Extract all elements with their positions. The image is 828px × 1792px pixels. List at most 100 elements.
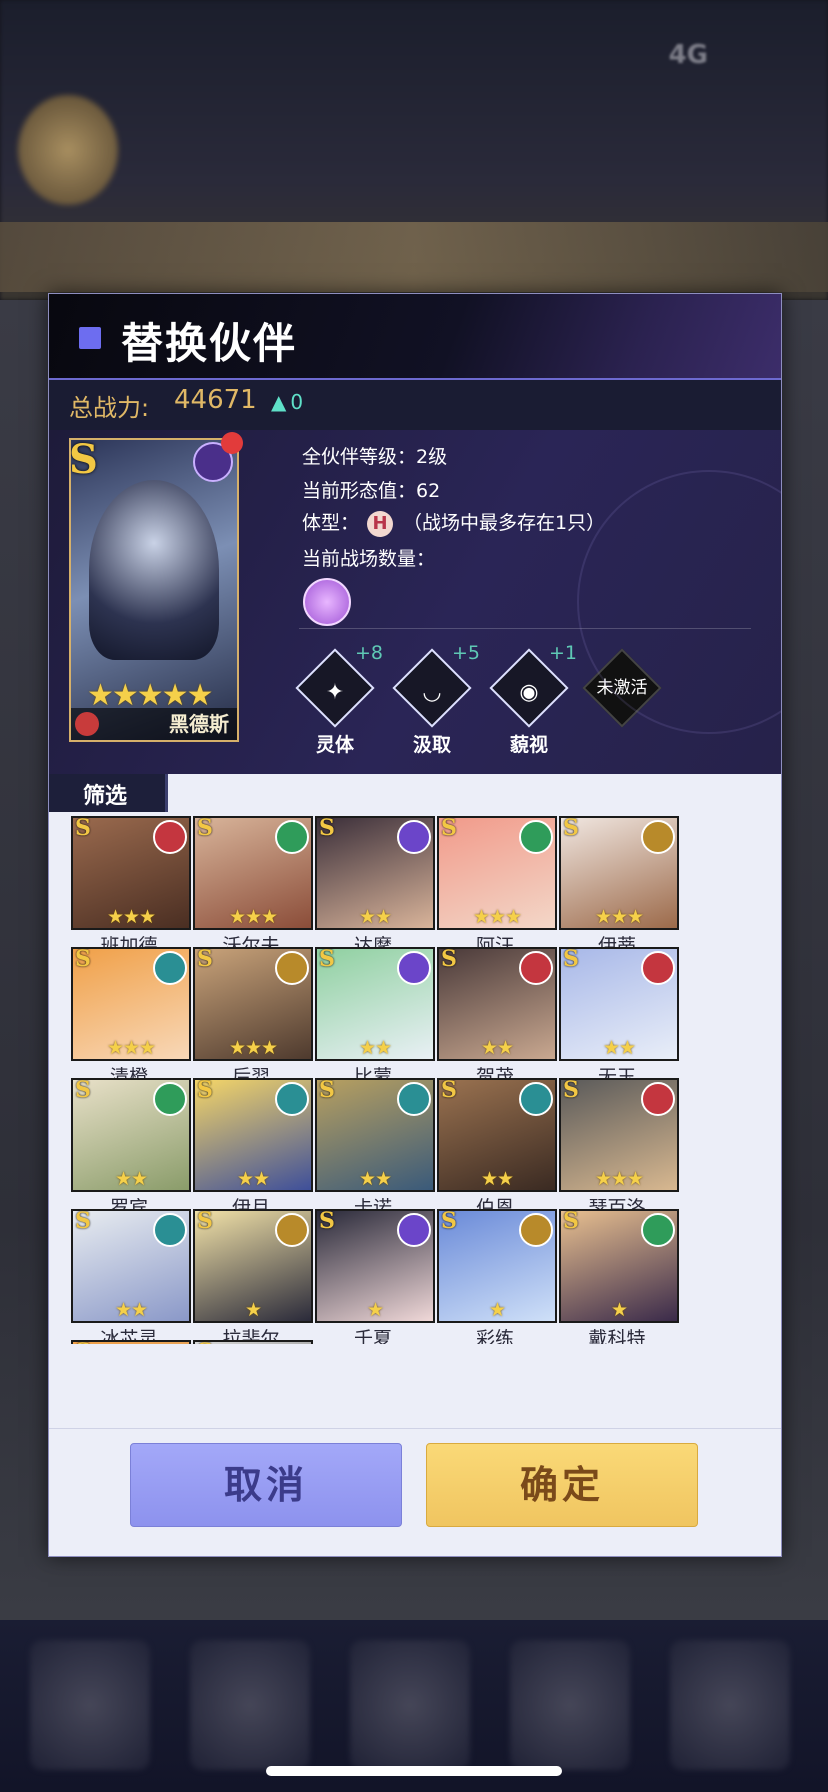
faction-icon — [397, 1082, 431, 1116]
hero-cell[interactable]: S ★ 彩练 — [437, 1209, 559, 1344]
weapon-class-icon — [75, 712, 99, 736]
hero-stars: ★★ — [114, 1168, 148, 1190]
hero-rank: S — [75, 1078, 91, 1103]
hero-cell[interactable]: S ★★ 比蒙 — [315, 947, 437, 1089]
faction-icon — [519, 1213, 553, 1247]
hero-portrait: S ★★ — [315, 1078, 435, 1192]
hero-cell[interactable]: S ★★ 罗宾 — [71, 1078, 193, 1220]
hero-portrait — [89, 480, 219, 660]
skill-inactive[interactable]: 未激活 — [582, 648, 662, 728]
faction-icon — [641, 820, 675, 854]
background-tab — [510, 1640, 630, 1770]
hero-portrait: S ★ — [315, 1209, 435, 1323]
background-tab — [350, 1640, 470, 1770]
hero-cell[interactable]: S ★ 戴科特 — [559, 1209, 681, 1344]
hero-rank: S — [563, 1209, 579, 1234]
hero-stars: ★★★ — [106, 906, 156, 928]
confirm-button[interactable]: 确定 — [426, 1443, 698, 1527]
faction-icon — [397, 951, 431, 985]
hero-stars: ★ — [244, 1299, 262, 1321]
hero-portrait: S ★★★ — [71, 816, 191, 930]
hero-stars: ★★★ — [594, 906, 644, 928]
background-tab — [30, 1640, 150, 1770]
hero-cell[interactable]: S ★★ 卡诺 — [315, 1078, 437, 1220]
hero-rank: S — [75, 1209, 91, 1234]
body-type-row: 体型： H （战场中最多存在1只） — [302, 508, 605, 537]
hero-cell[interactable]: S ★★ 贺茂 — [437, 947, 559, 1089]
skill-miaoshi[interactable]: +1 ◉ 藐视 — [489, 642, 577, 757]
hero-stars: ★★ — [358, 906, 392, 928]
form-value: 当前形态值：62 — [302, 480, 441, 502]
faction-icon — [153, 951, 187, 985]
filter-tab[interactable]: 筛选 — [49, 774, 168, 812]
hero-rank: S — [563, 1078, 579, 1103]
partner-level: 全伙伴等级：2级 — [302, 446, 448, 468]
hero-portrait: S ★ — [193, 1209, 313, 1323]
hero-stars: ★★★ — [472, 906, 522, 928]
hero-portrait: S ★ — [559, 1209, 679, 1323]
faction-icon — [397, 820, 431, 854]
hero-stars: ★★ — [236, 1168, 270, 1190]
hero-cell[interactable]: S ★ 拉斐尔 — [193, 1209, 315, 1344]
faction-icon — [519, 820, 553, 854]
hero-name: 彩练 — [475, 1328, 514, 1344]
hero-cell[interactable]: S — [71, 1340, 193, 1344]
hero-stars: ★★★ — [106, 1037, 156, 1059]
hero-rank: S — [441, 1209, 457, 1234]
body-type-badge: H — [367, 510, 394, 537]
mask-icon: ◉ — [519, 680, 539, 705]
hero-rank: S — [75, 816, 91, 841]
hero-rank: S — [197, 1078, 213, 1103]
hero-portrait: S ★★ — [315, 816, 435, 930]
hero-portrait: S ★★ — [71, 1078, 191, 1192]
hero-portrait: S ★★ — [193, 1078, 313, 1192]
hero-cell[interactable]: S ★★★ 清橙 — [71, 947, 193, 1089]
cancel-button[interactable]: 取消 — [130, 1443, 402, 1527]
faction-icon — [519, 1082, 553, 1116]
button-row: 取消 确定 — [49, 1428, 781, 1556]
hero-cell[interactable]: S ★★ 伯恩 — [437, 1078, 559, 1220]
faction-icon — [275, 1213, 309, 1247]
hero-grid: S ★★★ 班加德 S ★★★ 沃尔夫 S ★★ 达摩 S ★★★ 阿汪 S ★★★ 伊蒂 S ★★★ 清橙 S ★★… — [71, 816, 771, 1344]
divider — [299, 628, 751, 629]
hero-stars: ★ — [488, 1299, 506, 1321]
hero-rank: S — [441, 816, 457, 841]
hero-cell[interactable]: S ★★★ 瑟百洛 — [559, 1078, 681, 1220]
skill-jiqu[interactable]: +5 ◡ 汲取 — [392, 642, 480, 757]
hero-cell[interactable]: S ★★★ 伊蒂 — [559, 816, 681, 958]
hero-rank: S — [319, 1209, 335, 1234]
up-arrow-icon: ▲ — [271, 390, 287, 414]
battle-count-label: 当前战场数量： — [302, 548, 436, 570]
hero-cell[interactable]: S ★★★ 沃尔夫 — [193, 816, 315, 958]
background-avatar — [18, 95, 118, 205]
hero-portrait: S ★★ — [437, 1078, 557, 1192]
skill-lingti[interactable]: +8 ✦ 灵体 — [295, 642, 383, 757]
hero-portrait: S ★★ — [559, 947, 679, 1061]
lips-icon: ◡ — [422, 680, 442, 705]
hero-cell[interactable]: S — [193, 1340, 315, 1344]
hero-cell[interactable]: S ★★ 无玉 — [559, 947, 681, 1089]
skill-plus: +5 — [452, 642, 481, 664]
faction-icon — [275, 820, 309, 854]
hero-stars: ★ — [610, 1299, 628, 1321]
dialog-title: 替换伙伴 — [121, 319, 298, 368]
hero-cell[interactable]: S ★★ 伊月 — [193, 1078, 315, 1220]
hero-cell[interactable]: S ★★ 达摩 — [315, 816, 437, 958]
total-power-label: 总战力: — [69, 394, 150, 422]
skill-plus: +1 — [549, 642, 578, 664]
dialog-header: 替换伙伴 — [49, 294, 781, 380]
hero-portrait: S ★★★ — [559, 1078, 679, 1192]
hero-stars: ★★ — [602, 1037, 636, 1059]
skill-label: 灵体 — [315, 734, 354, 756]
home-indicator — [266, 1766, 562, 1776]
hero-portrait: S ★★★ — [193, 816, 313, 930]
total-power-bar: 总战力: 44671 ▲ 0 — [49, 380, 781, 430]
hero-cell[interactable]: S ★★★ 阿汪 — [437, 816, 559, 958]
hero-cell[interactable]: S ★★ 冰芯灵 — [71, 1209, 193, 1344]
current-hero-card[interactable]: S ★★★★★ 黑德斯 — [69, 438, 239, 742]
hero-cell[interactable]: S ★★★ 后羿 — [193, 947, 315, 1089]
hero-cell[interactable]: S ★ 千夏 — [315, 1209, 437, 1344]
power-change-value: 0 — [290, 390, 304, 414]
hero-cell[interactable]: S ★★★ 班加德 — [71, 816, 193, 958]
hero-rank: S — [563, 947, 579, 972]
